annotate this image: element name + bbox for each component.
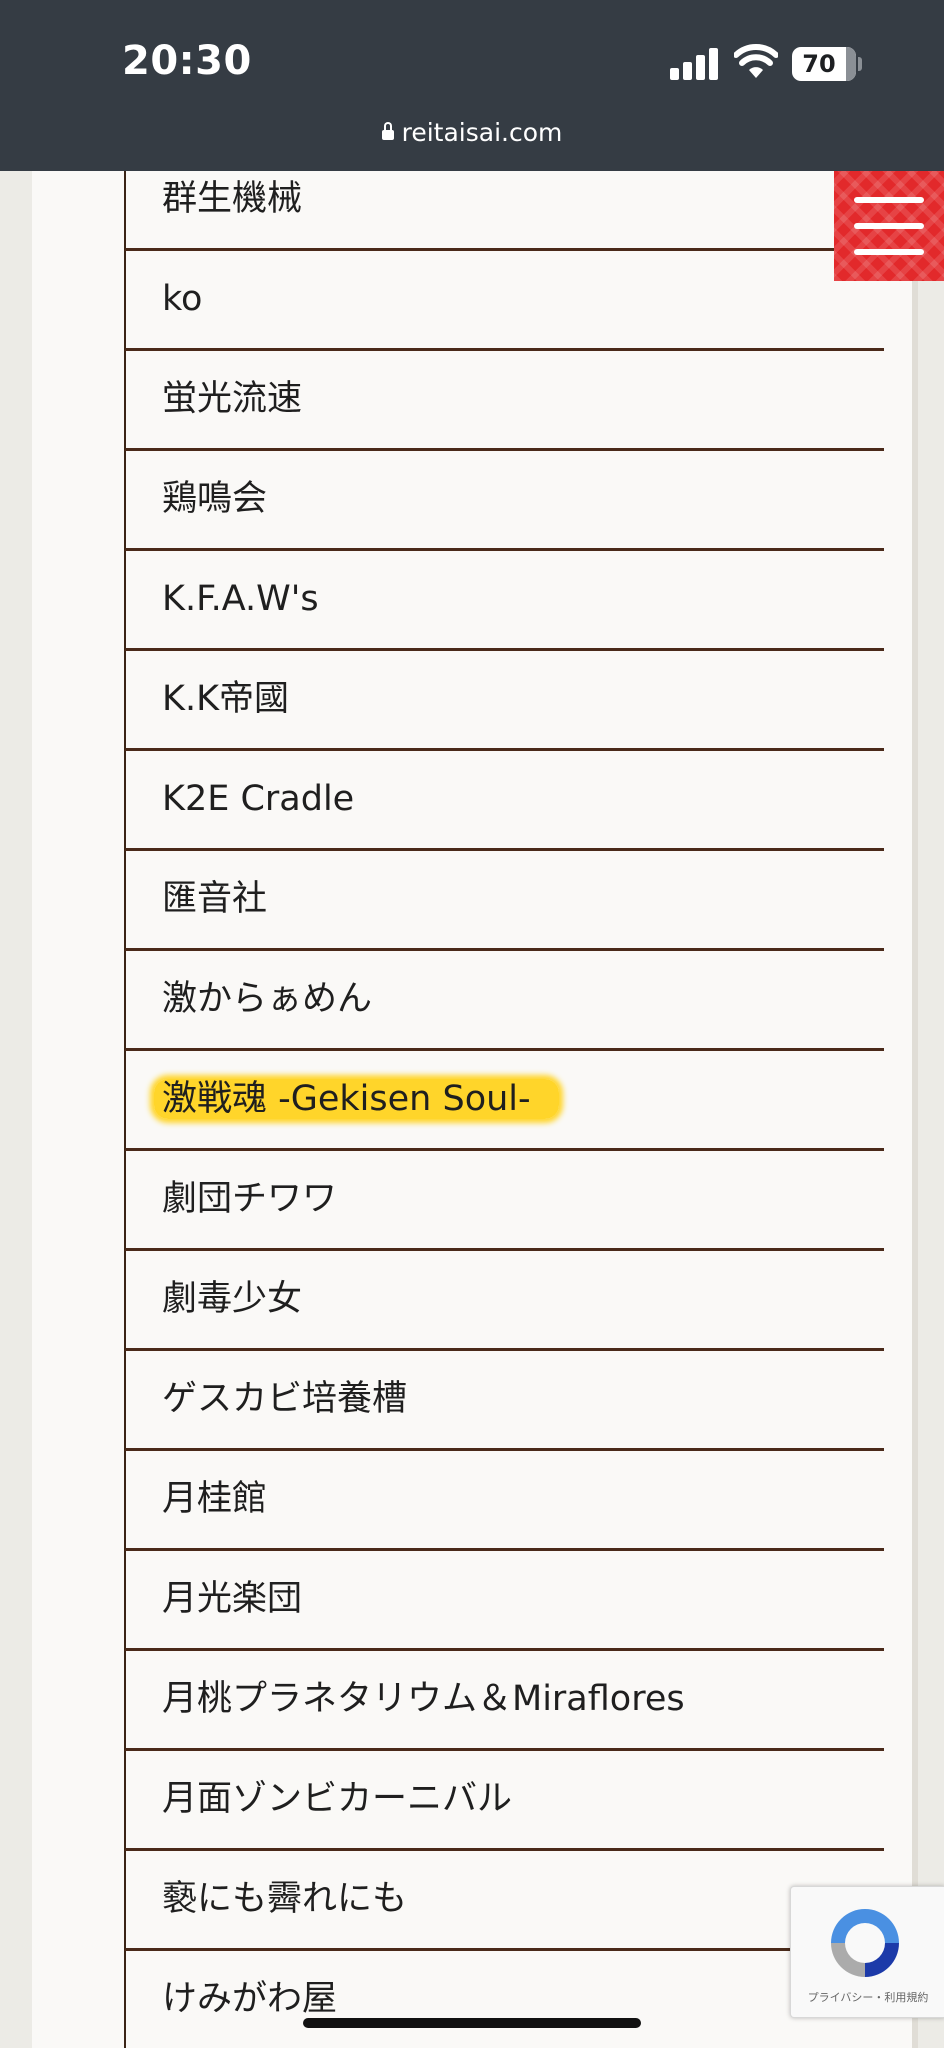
recaptcha-links[interactable]: プライバシー・利用規約 bbox=[791, 1989, 944, 2005]
url-text: reitaisai.com bbox=[401, 118, 563, 147]
browser-status-bar: 20:30 70 reitaisai.com bbox=[0, 0, 944, 171]
battery-nub bbox=[858, 57, 862, 71]
wifi-icon bbox=[734, 44, 778, 78]
page-viewport[interactable]: 群生機械 ko 蛍光流速 鶏鳴会 K.F.A.W's K.K帝國 K2E Cra… bbox=[0, 171, 944, 2048]
list-item[interactable]: 激からぁめん bbox=[124, 951, 884, 1051]
list-item[interactable]: 群生機械 bbox=[124, 171, 884, 251]
address-bar[interactable]: reitaisai.com bbox=[0, 118, 944, 158]
list-item[interactable]: 月桂館 bbox=[124, 1451, 884, 1551]
recaptcha-badge[interactable]: プライバシー・利用規約 bbox=[790, 1886, 944, 2018]
list-item[interactable]: 月面ゾンビカーニバル bbox=[124, 1751, 884, 1851]
highlight-marker: 激戦魂 -Gekisen Soul- bbox=[154, 1079, 559, 1119]
home-indicator bbox=[303, 2018, 641, 2028]
lock-icon bbox=[381, 122, 394, 140]
list-item[interactable]: ko bbox=[124, 251, 884, 351]
list-item[interactable]: 劇毒少女 bbox=[124, 1251, 884, 1351]
list-item[interactable]: 月光楽団 bbox=[124, 1551, 884, 1651]
list-item[interactable]: けみがわ屋 bbox=[124, 1951, 884, 2048]
recaptcha-logo bbox=[831, 1909, 899, 1977]
list-item[interactable]: 蛍光流速 bbox=[124, 351, 884, 451]
list-item[interactable]: ゲスカビ培養槽 bbox=[124, 1351, 884, 1451]
circle-list: 群生機械 ko 蛍光流速 鶏鳴会 K.F.A.W's K.K帝國 K2E Cra… bbox=[124, 171, 884, 2048]
list-item[interactable]: K.F.A.W's bbox=[124, 551, 884, 651]
menu-button[interactable] bbox=[834, 171, 944, 281]
battery-icon: 70 bbox=[792, 47, 856, 81]
content-panel: 群生機械 ko 蛍光流速 鶏鳴会 K.F.A.W's K.K帝國 K2E Cra… bbox=[32, 171, 918, 2048]
battery-level: 70 bbox=[802, 50, 836, 78]
clock: 20:30 bbox=[122, 38, 252, 84]
cellular-signal-icon bbox=[670, 48, 718, 80]
list-item-highlighted[interactable]: 激戦魂 -Gekisen Soul- bbox=[124, 1051, 884, 1151]
list-item[interactable]: 月桃プラネタリウム＆Miraflores bbox=[124, 1651, 884, 1751]
list-item[interactable]: K2E Cradle bbox=[124, 751, 884, 851]
list-item[interactable]: 褻にも霽れにも bbox=[124, 1851, 884, 1951]
list-item[interactable]: 鶏鳴会 bbox=[124, 451, 884, 551]
list-item[interactable]: 匯音社 bbox=[124, 851, 884, 951]
list-item[interactable]: 劇団チワワ bbox=[124, 1151, 884, 1251]
list-item[interactable]: K.K帝國 bbox=[124, 651, 884, 751]
